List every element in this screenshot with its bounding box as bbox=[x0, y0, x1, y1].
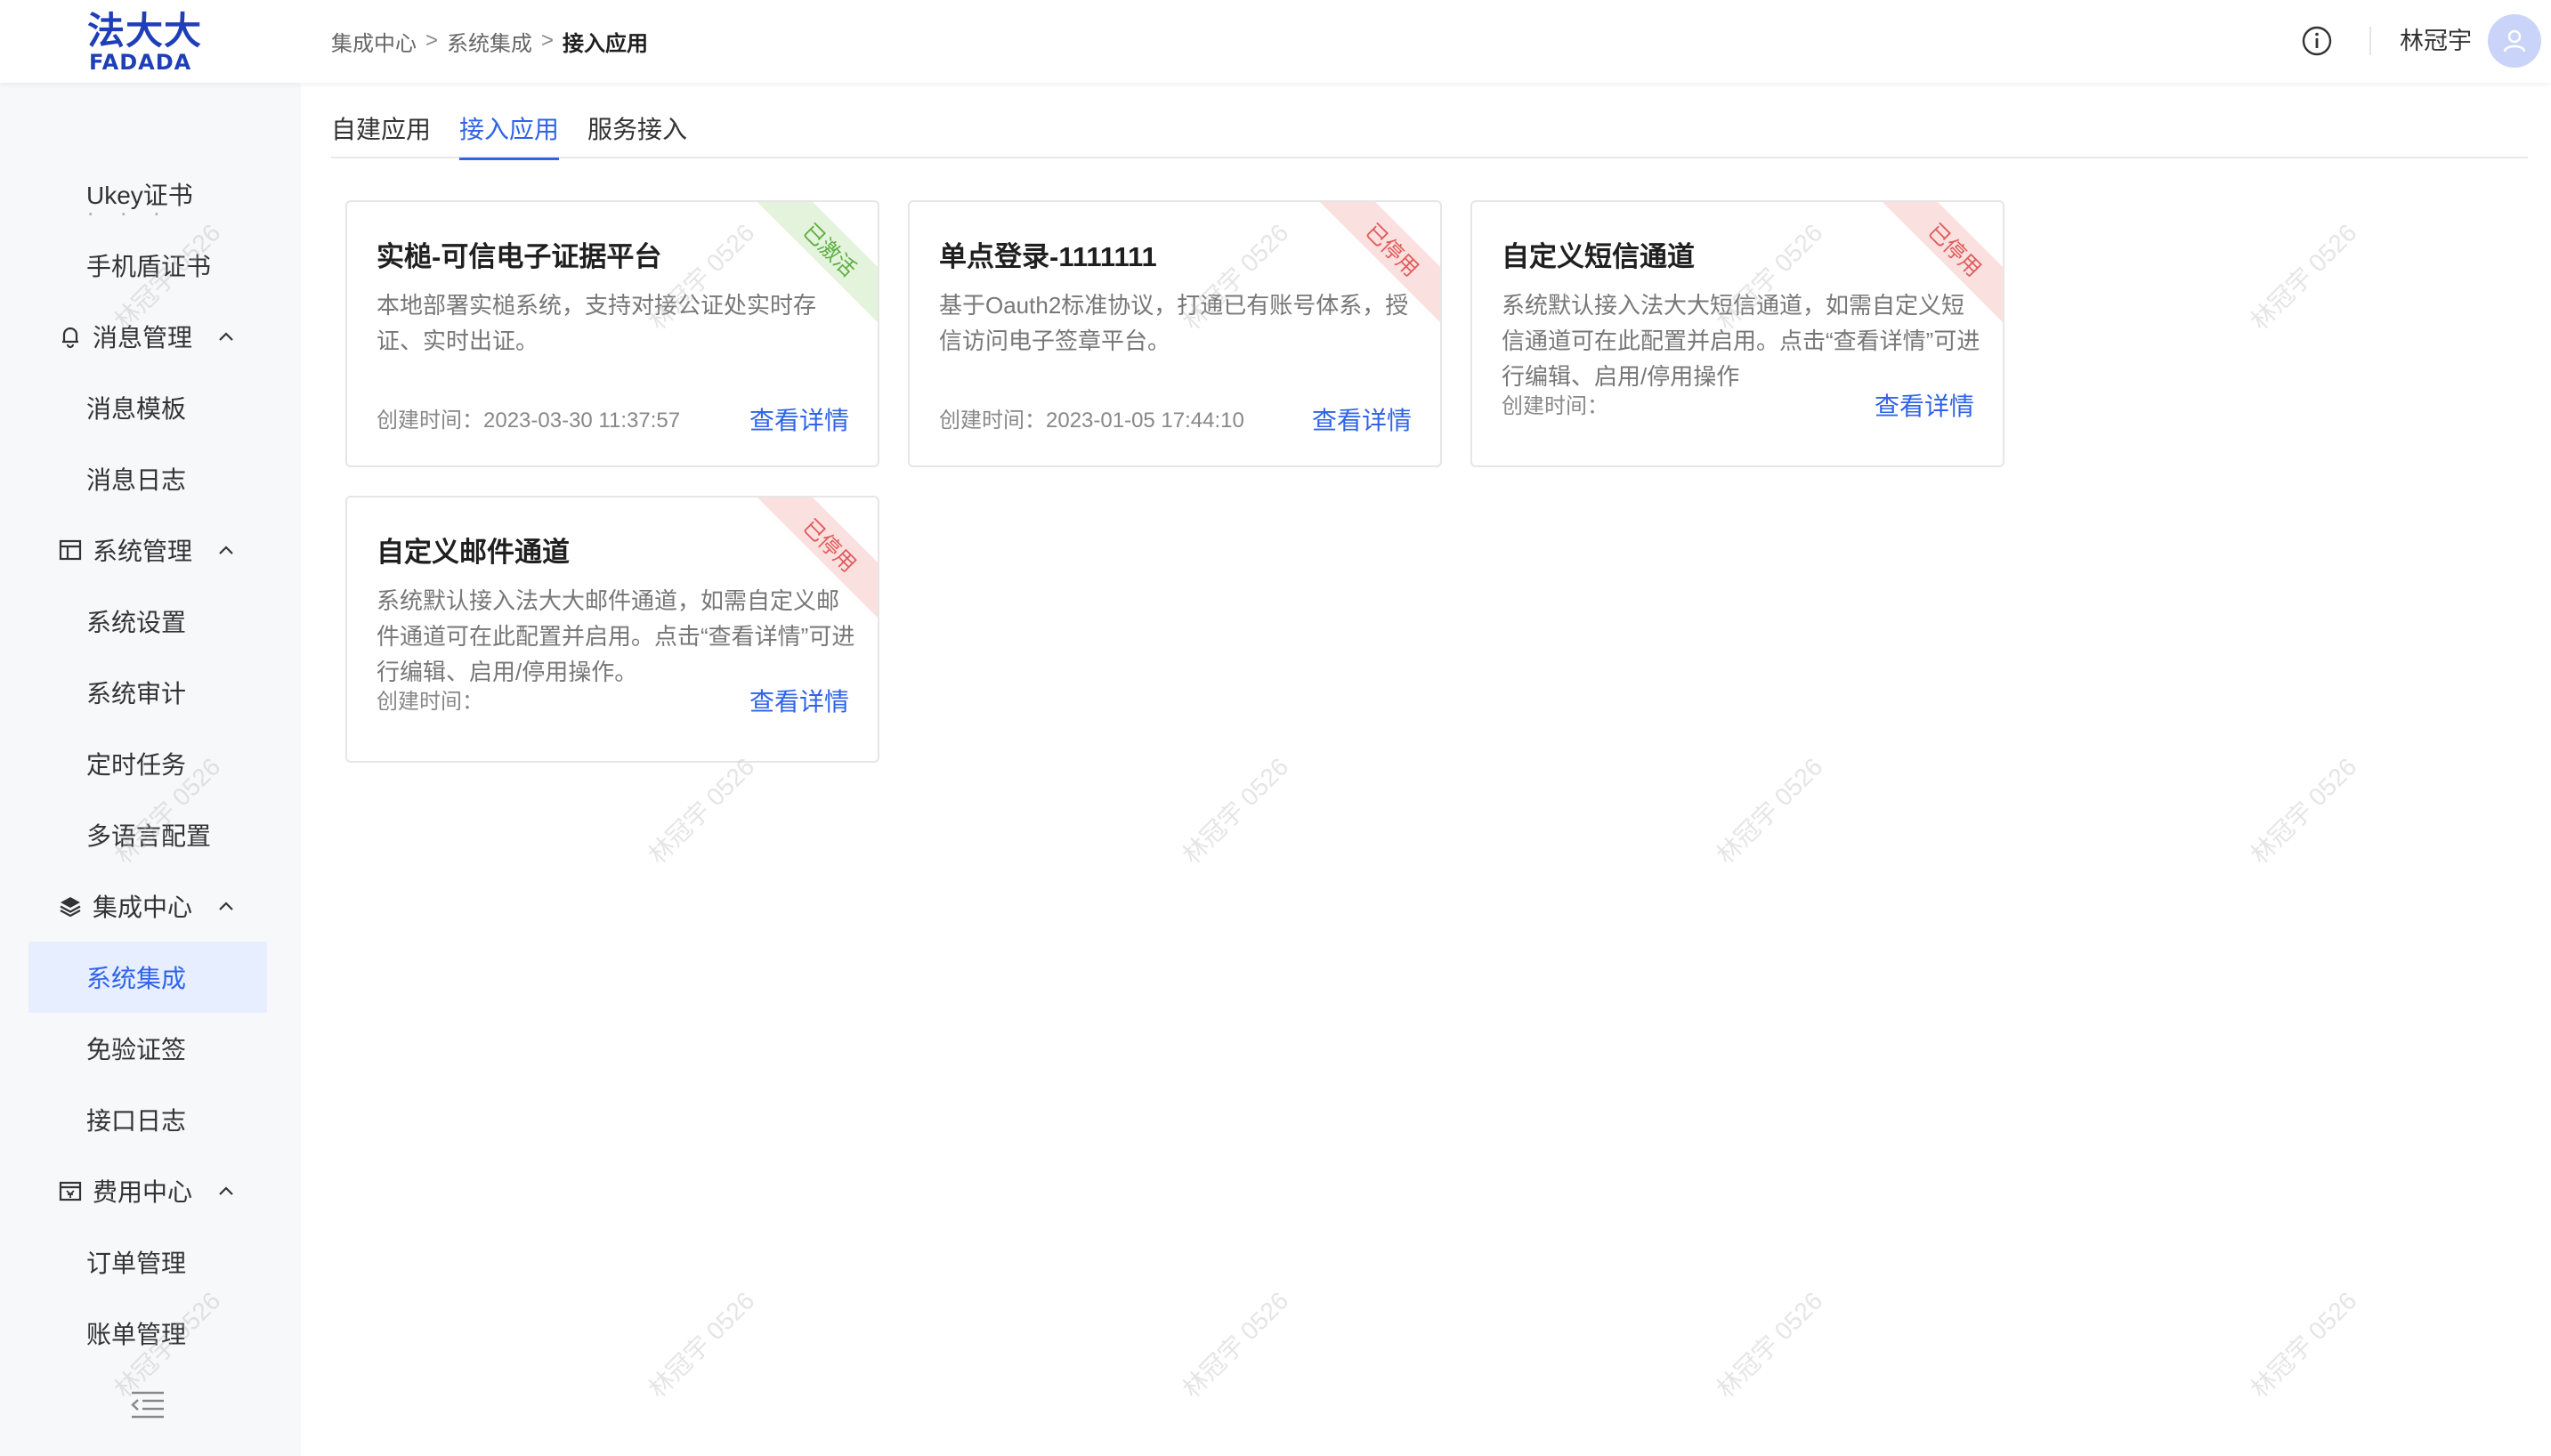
card-created-time: 创建时间： bbox=[377, 690, 483, 714]
chevron-up-icon bbox=[219, 332, 233, 341]
tab-self-built-apps[interactable]: 自建应用 bbox=[331, 98, 431, 158]
logo-text-cn: 法大大 bbox=[87, 9, 203, 53]
tab-integrated-apps[interactable]: 接入应用 bbox=[459, 98, 560, 160]
sidebar-group-message-management[interactable]: 消息管理 bbox=[28, 301, 267, 372]
sidebar-group-label: 集成中心 bbox=[93, 894, 193, 921]
card-description: 基于Oauth2标准协议，打通已有账号体系，授信访问电子签章平台。 bbox=[939, 292, 1409, 354]
card-created-time: 创建时间：2023-01-05 17:44:10 bbox=[939, 408, 1244, 433]
tab-service-integration[interactable]: 服务接入 bbox=[587, 98, 687, 158]
card-title: 单点登录-1111111 bbox=[939, 241, 1157, 272]
chevron-up-icon bbox=[219, 546, 233, 554]
sidebar-item-verification-free-signing[interactable]: 免验证签 bbox=[28, 1013, 267, 1084]
bell-icon bbox=[57, 323, 84, 350]
app-type-tabs: 自建应用 接入应用 服务接入 bbox=[331, 98, 2528, 160]
header-divider bbox=[2369, 27, 2371, 55]
menu-fold-icon[interactable] bbox=[130, 1390, 166, 1420]
sidebar-group-integration-center[interactable]: 集成中心 bbox=[28, 870, 267, 942]
card-title: 自定义短信通道 bbox=[1502, 241, 1695, 272]
info-circle-icon[interactable] bbox=[2301, 25, 2333, 57]
view-details-link[interactable]: 查看详情 bbox=[749, 684, 849, 720]
fadada-logo[interactable]: 法大大 FADADA bbox=[87, 9, 207, 75]
top-header: 法大大 FADADA 集成中心 > 系统集成 > 接入应用 林冠宇 bbox=[0, 0, 2551, 83]
breadcrumb-item-system-integration[interactable]: 系统集成 bbox=[447, 26, 532, 57]
sidebar-item-ukey-cert[interactable]: Ukey证书 bbox=[28, 158, 267, 230]
sidebar-item-label: 定时任务 bbox=[86, 751, 187, 779]
app-card[interactable]: 已停用 单点登录-1111111 基于Oauth2标准协议，打通已有账号体系，授… bbox=[908, 200, 1442, 467]
card-description: 本地部署实槌系统，支持对接公证处实时存证、实时出证。 bbox=[377, 292, 817, 354]
sidebar-item-system-audit[interactable]: 系统审计 bbox=[28, 657, 267, 728]
card-title: 自定义邮件通道 bbox=[377, 537, 570, 568]
sidebar-item-api-log[interactable]: 接口日志 bbox=[28, 1084, 267, 1155]
breadcrumb-item-integration-center[interactable]: 集成中心 bbox=[331, 26, 417, 57]
watermark-text: 林冠宇 0526 bbox=[1177, 1286, 1294, 1403]
sidebar-item-label: 免验证签 bbox=[86, 1036, 187, 1064]
watermark-text: 林冠宇 0526 bbox=[643, 752, 760, 870]
sidebar-item-scheduled-tasks[interactable]: 定时任务 bbox=[28, 728, 267, 799]
app-card[interactable]: 已停用 自定义短信通道 系统默认接入法大大短信通道，如需自定义短信通道可在此配置… bbox=[1470, 200, 2004, 467]
breadcrumb: 集成中心 > 系统集成 > 接入应用 bbox=[331, 26, 649, 57]
watermark-text: 林冠宇 0526 bbox=[1711, 1286, 1828, 1403]
watermark-text: 林冠宇 0526 bbox=[2245, 1286, 2362, 1403]
breadcrumb-separator: > bbox=[541, 28, 555, 53]
watermark-text: 林冠宇 0526 bbox=[2245, 752, 2362, 870]
chevron-up-icon bbox=[219, 902, 233, 910]
sidebar-item-system-integration[interactable]: 系统集成 bbox=[28, 942, 267, 1013]
watermark-text: 林冠宇 0526 bbox=[1711, 752, 1828, 870]
app-card[interactable]: 已激活 实槌-可信电子证据平台 本地部署实槌系统，支持对接公证处实时存证、实时出… bbox=[345, 200, 879, 467]
app-card[interactable]: 已停用 自定义邮件通道 系统默认接入法大大邮件通道，如需自定义邮件通道可在此配置… bbox=[345, 496, 879, 763]
card-description: 系统默认接入法大大邮件通道，如需自定义邮件通道可在此配置并启用。点击“查看详情”… bbox=[377, 587, 855, 685]
card-created-time: 创建时间： bbox=[1502, 394, 1608, 418]
sidebar-group-system-management[interactable]: 系统管理 bbox=[28, 514, 267, 586]
sidebar-item-label: 消息日志 bbox=[86, 466, 187, 494]
watermark-text: 林冠宇 0526 bbox=[1177, 752, 1294, 870]
card-title: 实槌-可信电子证据平台 bbox=[377, 241, 662, 272]
view-details-link[interactable]: 查看详情 bbox=[1312, 403, 1412, 439]
sidebar-group-billing-center[interactable]: 费用中心 bbox=[28, 1155, 267, 1226]
user-icon bbox=[2503, 29, 2526, 53]
sidebar-item-order-management[interactable]: 订单管理 bbox=[28, 1226, 267, 1298]
view-details-link[interactable]: 查看详情 bbox=[749, 403, 849, 439]
sidebar-group-label: 费用中心 bbox=[93, 1178, 193, 1206]
breadcrumb-item-current: 接入应用 bbox=[563, 31, 649, 56]
watermark-text: 林冠宇 0526 bbox=[643, 1286, 760, 1403]
sidebar-item-label: 系统集成 bbox=[86, 965, 187, 992]
sidebar-item-label: 订单管理 bbox=[86, 1250, 187, 1277]
sidebar-item-bill-management[interactable]: 账单管理 bbox=[28, 1298, 267, 1369]
watermark-text: 林冠宇 0526 bbox=[2245, 218, 2362, 336]
user-avatar[interactable] bbox=[2488, 14, 2541, 68]
sidebar-group-label: 系统管理 bbox=[93, 538, 193, 565]
layers-icon bbox=[57, 893, 84, 919]
billing-icon bbox=[57, 1177, 84, 1204]
card-description: 系统默认接入法大大短信通道，如需自定义短信通道可在此配置并启用。点击“查看详情”… bbox=[1502, 292, 1980, 390]
sidebar-item-system-settings[interactable]: 系统设置 bbox=[28, 586, 267, 657]
sidebar-item-label: Ukey证书 bbox=[86, 182, 193, 209]
sidebar-item-label: 多语言配置 bbox=[86, 822, 212, 850]
sidebar-item-label: 系统设置 bbox=[86, 609, 187, 636]
sidebar-item-label: 账单管理 bbox=[86, 1321, 187, 1348]
sidebar-item-language-config[interactable]: 多语言配置 bbox=[28, 799, 267, 870]
sidebar-item-label: 消息模板 bbox=[86, 395, 187, 423]
view-details-link[interactable]: 查看详情 bbox=[1875, 389, 1974, 425]
sidebar-item-label: 手机盾证书 bbox=[86, 253, 212, 280]
username[interactable]: 林冠宇 bbox=[2400, 25, 2472, 57]
breadcrumb-separator: > bbox=[425, 28, 439, 53]
sidebar-item-label: 系统审计 bbox=[86, 680, 187, 708]
sidebar-item-phone-shield-cert[interactable]: 手机盾证书 bbox=[28, 230, 267, 301]
sidebar-item-message-template[interactable]: 消息模板 bbox=[28, 372, 267, 443]
logo-text-en: FADADA bbox=[89, 50, 192, 75]
sidebar-item-message-log[interactable]: 消息日志 bbox=[28, 443, 267, 514]
chevron-up-icon bbox=[219, 1186, 233, 1195]
layout-icon bbox=[57, 537, 84, 563]
sidebar-item-label: 接口日志 bbox=[86, 1107, 187, 1135]
sidebar-group-label: 消息管理 bbox=[93, 324, 193, 352]
card-created-time: 创建时间：2023-03-30 11:37:57 bbox=[377, 408, 681, 433]
